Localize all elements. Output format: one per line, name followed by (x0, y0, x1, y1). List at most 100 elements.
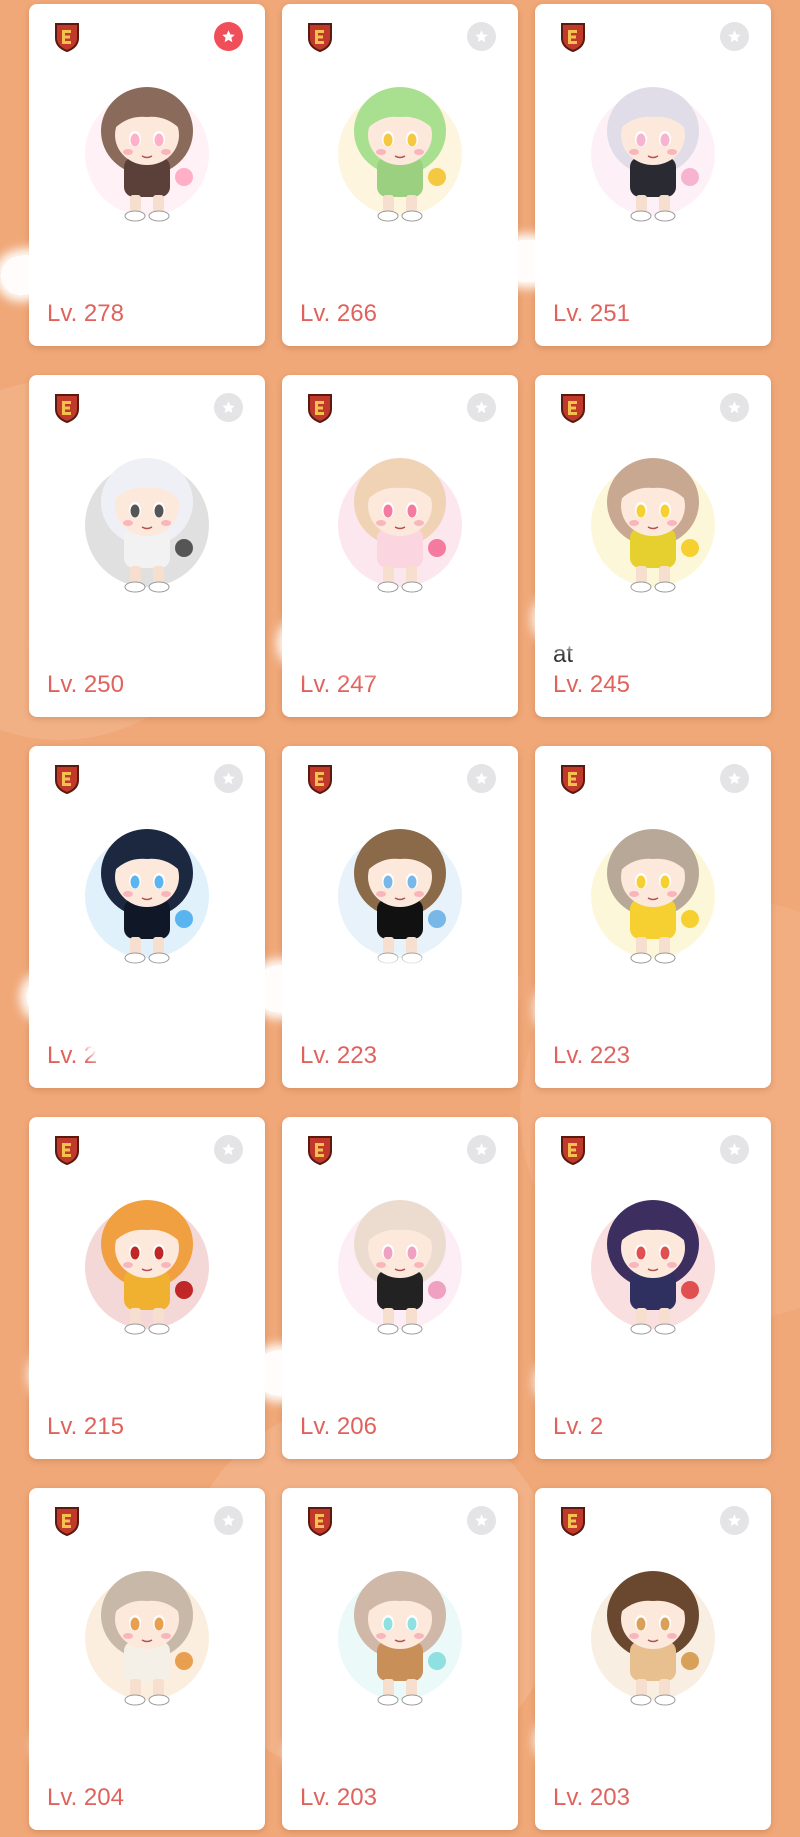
character-card[interactable]: Lv. 2 (535, 1117, 771, 1459)
favorite-button[interactable] (467, 393, 496, 422)
character-level: Lv. 223 (553, 1042, 630, 1069)
character-level: Lv. 204 (47, 1784, 124, 1811)
character-avatar (338, 87, 462, 222)
star-icon (728, 1514, 741, 1527)
star-icon (475, 401, 488, 414)
favorite-button[interactable] (467, 22, 496, 51)
character-card[interactable]: Lv. 251 (535, 4, 771, 346)
character-avatar (591, 829, 715, 964)
character-avatar (591, 87, 715, 222)
star-icon (728, 772, 741, 785)
character-avatar (591, 1571, 715, 1706)
favorite-button[interactable] (467, 764, 496, 793)
job-emblem-icon (55, 765, 79, 794)
favorite-button[interactable] (214, 1135, 243, 1164)
redaction-mark (540, 1720, 710, 1762)
character-avatar (85, 87, 209, 222)
character-card[interactable]: at Lv. 245 (535, 375, 771, 717)
favorite-button[interactable] (214, 393, 243, 422)
character-level: Lv. 251 (553, 300, 630, 327)
favorite-button[interactable] (720, 22, 749, 51)
job-emblem-icon (308, 1507, 332, 1536)
character-level: Lv. 223 (300, 1042, 377, 1069)
character-card[interactable]: Lv. 266 (282, 4, 518, 346)
character-level: Lv. 266 (300, 300, 377, 327)
character-name: at (553, 641, 574, 668)
character-avatar (338, 1571, 462, 1706)
redaction-mark (538, 596, 638, 642)
favorite-button[interactable] (214, 764, 243, 793)
star-icon (222, 30, 235, 43)
star-icon (475, 1514, 488, 1527)
star-icon (222, 401, 235, 414)
favorite-button[interactable] (720, 1135, 749, 1164)
character-avatar (85, 829, 209, 964)
job-emblem-icon (55, 394, 79, 423)
redaction-mark (540, 985, 690, 1033)
character-card[interactable]: Lv. 223 (535, 746, 771, 1088)
job-emblem-icon (55, 1507, 79, 1536)
redaction-mark (42, 624, 138, 660)
redaction-mark (540, 1360, 700, 1404)
character-level: Lv. 215 (47, 1413, 124, 1440)
character-card[interactable]: Lv. 223 (282, 746, 518, 1088)
redaction-mark (34, 1352, 224, 1398)
star-icon (222, 1514, 235, 1527)
job-emblem-icon (561, 394, 585, 423)
character-avatar (85, 1200, 209, 1335)
redaction-mark (305, 244, 470, 284)
redaction-mark (256, 965, 506, 1013)
star-icon (475, 30, 488, 43)
character-avatar (85, 1571, 209, 1706)
character-avatar (338, 458, 462, 593)
character-level: Lv. 250 (47, 671, 124, 698)
favorite-button[interactable] (720, 1506, 749, 1535)
job-emblem-icon (561, 1507, 585, 1536)
redaction-mark (88, 1020, 210, 1056)
redaction-mark (26, 975, 206, 1019)
star-icon (222, 1143, 235, 1156)
star-icon (475, 1143, 488, 1156)
favorite-button[interactable] (467, 1506, 496, 1535)
star-icon (222, 772, 235, 785)
favorite-button[interactable] (720, 393, 749, 422)
job-emblem-icon (308, 23, 332, 52)
character-card[interactable]: Lv. 278 (29, 4, 265, 346)
character-avatar (591, 1200, 715, 1335)
character-level: Lv. 203 (553, 1784, 630, 1811)
character-level: Lv. 203 (300, 1784, 377, 1811)
character-card[interactable]: Lv. 204 (29, 1488, 265, 1830)
star-icon (728, 30, 741, 43)
character-level: Lv. 206 (300, 1413, 377, 1440)
favorite-button[interactable] (214, 1506, 243, 1535)
redaction-mark (500, 240, 620, 282)
star-icon (728, 1143, 741, 1156)
character-level: Lv. 278 (47, 300, 124, 327)
job-emblem-icon (561, 765, 585, 794)
character-level: Lv. 2 (553, 1413, 604, 1440)
character-card[interactable]: Lv. 206 (282, 1117, 518, 1459)
favorite-button[interactable] (467, 1135, 496, 1164)
job-emblem-icon (308, 1136, 332, 1165)
character-avatar (338, 829, 462, 964)
character-card[interactable]: Lv. 215 (29, 1117, 265, 1459)
job-emblem-icon (55, 23, 79, 52)
redaction-mark (38, 1728, 130, 1764)
job-emblem-icon (561, 23, 585, 52)
character-card[interactable]: Lv. 250 (29, 375, 265, 717)
character-avatar (338, 1200, 462, 1335)
redaction-mark (290, 1736, 350, 1768)
job-emblem-icon (561, 1136, 585, 1165)
favorite-button[interactable] (720, 764, 749, 793)
character-card[interactable]: Lv. 203 (282, 1488, 518, 1830)
character-level: Lv. 245 (553, 671, 630, 698)
redaction-mark (256, 1350, 366, 1396)
job-emblem-icon (308, 394, 332, 423)
character-avatar (85, 458, 209, 593)
redaction-mark (283, 620, 445, 666)
job-emblem-icon (55, 1136, 79, 1165)
job-emblem-icon (308, 765, 332, 794)
character-level: Lv. 247 (300, 671, 377, 698)
favorite-button[interactable] (214, 22, 243, 51)
character-card[interactable]: Lv. 203 (535, 1488, 771, 1830)
